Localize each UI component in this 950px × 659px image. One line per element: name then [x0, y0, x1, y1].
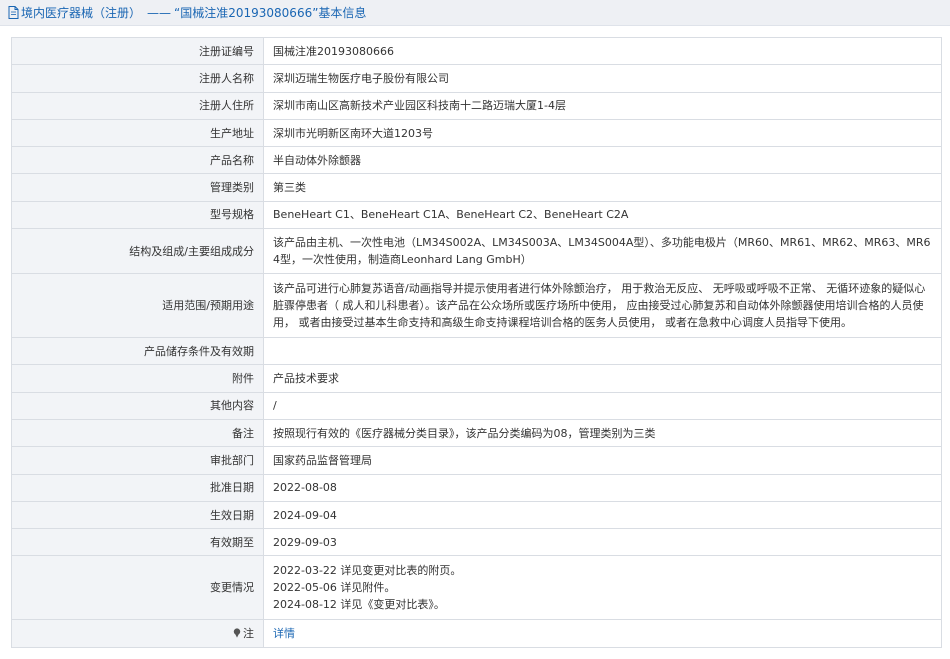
table-row-storage: 产品储存条件及有效期	[11, 337, 942, 366]
row-value	[263, 337, 942, 366]
table-row-attachment: 附件 产品技术要求	[11, 364, 942, 393]
title-separator: ——	[147, 5, 172, 20]
page-title: “国械注准20193080666”基本信息	[174, 6, 367, 20]
row-value: 深圳市南山区高新技术产业园区科技南十二路迈瑞大厦1-4层	[263, 91, 942, 120]
table-row-other: 其他内容 /	[11, 391, 942, 420]
row-value: 深圳市光明新区南环大道1203号	[263, 118, 942, 148]
row-value: 深圳迈瑞生物医疗电子股份有限公司	[263, 64, 942, 93]
row-label: 注	[243, 627, 254, 641]
row-value: 产品技术要求	[263, 364, 942, 393]
row-label: 管理类别	[11, 173, 264, 202]
change-entry: 2024-08-12 详见《变更对比表》。	[273, 598, 445, 612]
row-value: 该产品由主机、一次性电池（LM34S002A、LM34S003A、LM34S00…	[263, 228, 942, 275]
breadcrumb: 境内医疗器械（注册）	[21, 6, 142, 20]
table-row-effective-date: 生效日期 2024-09-04	[11, 500, 942, 530]
change-entry: 2022-05-06 详见附件。	[273, 581, 396, 595]
table-row-approval-date: 批准日期 2022-08-08	[11, 473, 942, 502]
row-label: 生产地址	[11, 118, 264, 148]
row-label: 产品储存条件及有效期	[11, 337, 264, 366]
row-label: 生效日期	[11, 500, 264, 530]
note-label-cell: 注	[11, 619, 264, 648]
table-row-registrant-name: 注册人名称 深圳迈瑞生物医疗电子股份有限公司	[11, 64, 942, 93]
row-value: 该产品可进行心肺复苏语音/动画指导并提示使用者进行体外除颤治疗， 用于救治无反应…	[263, 273, 942, 339]
row-label: 批准日期	[11, 473, 264, 502]
row-label: 结构及组成/主要组成成分	[11, 228, 264, 275]
table-row-management-category: 管理类别 第三类	[11, 173, 942, 202]
table-row-production-address: 生产地址 深圳市光明新区南环大道1203号	[11, 118, 942, 148]
row-value: 2029-09-03	[263, 528, 942, 557]
document-icon	[8, 6, 19, 19]
pin-icon	[233, 628, 241, 638]
row-value: BeneHeart C1、BeneHeart C1A、BeneHeart C2、…	[263, 200, 942, 230]
table-row-note: 注 详情	[11, 619, 942, 648]
row-label: 注册证编号	[11, 36, 264, 66]
registration-info-table: 注册证编号 国械注准20193080666 注册人名称 深圳迈瑞生物医疗电子股份…	[11, 36, 942, 648]
row-label: 注册人名称	[11, 64, 264, 93]
row-value: 2022-08-08	[263, 473, 942, 502]
table-row-remarks: 备注 按照现行有效的《医疗器械分类目录》，该产品分类编码为08，管理类别为三类	[11, 418, 942, 448]
row-value: 详情	[263, 619, 942, 648]
table-row-structure: 结构及组成/主要组成成分 该产品由主机、一次性电池（LM34S002A、LM34…	[11, 228, 942, 275]
row-label: 附件	[11, 364, 264, 393]
table-row-product-name: 产品名称 半自动体外除颤器	[11, 146, 942, 175]
row-label: 适用范围/预期用途	[11, 273, 264, 339]
row-label: 产品名称	[11, 146, 264, 175]
row-value: 国械注准20193080666	[263, 36, 942, 66]
table-row-registration-number: 注册证编号 国械注准20193080666	[11, 36, 942, 66]
row-label: 审批部门	[11, 446, 264, 475]
table-row-model-spec: 型号规格 BeneHeart C1、BeneHeart C1A、BeneHear…	[11, 200, 942, 230]
row-value: 2024-09-04	[263, 500, 942, 530]
table-row-approval-dept: 审批部门 国家药品监督管理局	[11, 446, 942, 475]
row-value: /	[263, 391, 942, 420]
page-header: 境内医疗器械（注册） —— “国械注准20193080666”基本信息	[0, 0, 950, 26]
row-value: 第三类	[263, 173, 942, 202]
table-row-intended-use: 适用范围/预期用途 该产品可进行心肺复苏语音/动画指导并提示使用者进行体外除颤治…	[11, 273, 942, 339]
change-entry: 2022-03-22 详见变更对比表的附页。	[273, 564, 462, 578]
details-link[interactable]: 详情	[273, 627, 295, 640]
row-value: 半自动体外除颤器	[263, 146, 942, 175]
row-value: 国家药品监督管理局	[263, 446, 942, 475]
row-label: 注册人住所	[11, 91, 264, 120]
changes-list: 2022-03-22 详见变更对比表的附页。 2022-05-06 详见附件。 …	[263, 555, 942, 621]
info-table-container: 注册证编号 国械注准20193080666 注册人名称 深圳迈瑞生物医疗电子股份…	[11, 36, 942, 648]
table-row-valid-until: 有效期至 2029-09-03	[11, 528, 942, 557]
row-label: 其他内容	[11, 391, 264, 420]
row-label: 型号规格	[11, 200, 264, 230]
table-row-registrant-address: 注册人住所 深圳市南山区高新技术产业园区科技南十二路迈瑞大厦1-4层	[11, 91, 942, 120]
row-label: 有效期至	[11, 528, 264, 557]
row-label: 变更情况	[11, 555, 264, 621]
table-row-changes: 变更情况 2022-03-22 详见变更对比表的附页。 2022-05-06 详…	[11, 555, 942, 621]
row-value: 按照现行有效的《医疗器械分类目录》，该产品分类编码为08，管理类别为三类	[263, 418, 942, 448]
row-label: 备注	[11, 418, 264, 448]
